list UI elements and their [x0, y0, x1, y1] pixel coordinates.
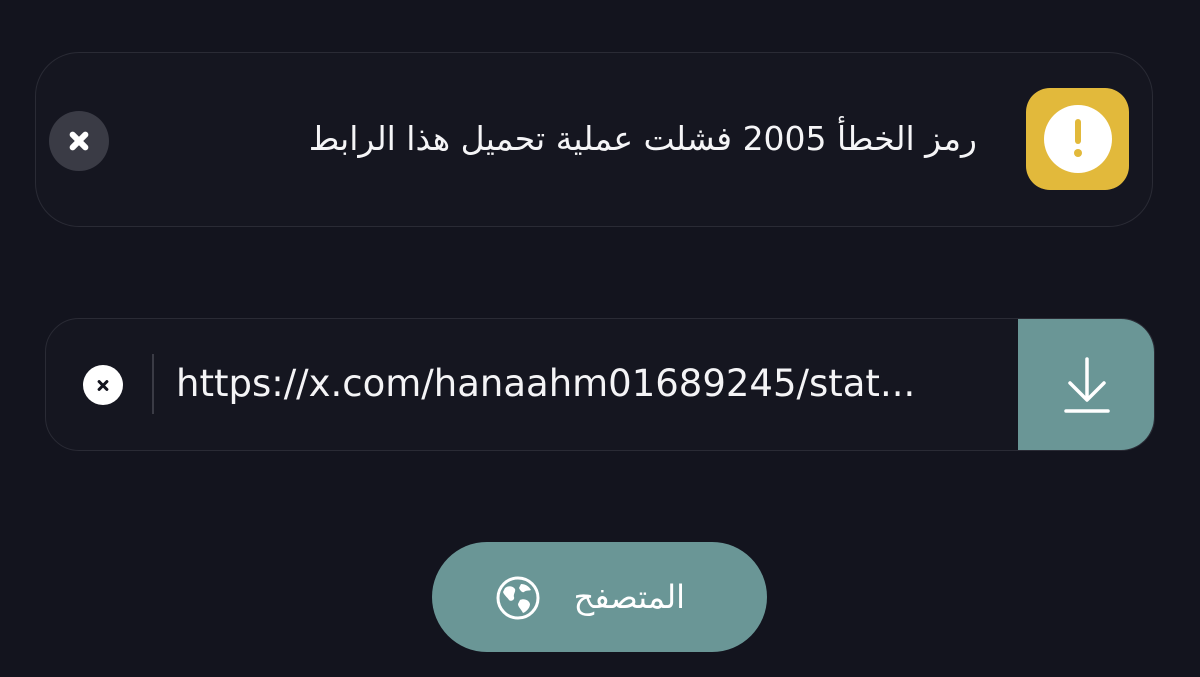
browser-button[interactable]: المتصفح [432, 542, 767, 652]
warning-icon [1026, 88, 1129, 190]
globe-icon [496, 576, 540, 620]
clear-url-button[interactable] [83, 365, 123, 405]
download-icon [1064, 357, 1110, 413]
browser-button-label: المتصفح [573, 578, 685, 616]
download-button[interactable] [1018, 319, 1154, 450]
dismiss-error-button[interactable] [49, 111, 109, 171]
input-divider [152, 354, 154, 414]
error-banner: رمز الخطأ 2005 فشلت عملية تحميل هذا الرا… [35, 52, 1153, 227]
url-input-row [45, 318, 1155, 451]
error-message: رمز الخطأ 2005 فشلت عملية تحميل هذا الرا… [308, 119, 977, 158]
url-input[interactable] [176, 351, 996, 417]
